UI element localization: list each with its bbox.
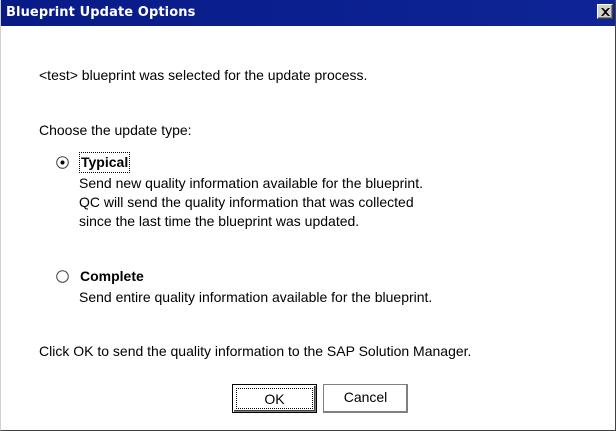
typical-option-label[interactable]: Typical <box>78 152 131 173</box>
cancel-button[interactable]: Cancel <box>323 384 408 413</box>
title-bar[interactable]: Blueprint Update Options <box>1 0 615 26</box>
close-icon <box>601 8 610 16</box>
dialog-title: Blueprint Update Options <box>6 5 196 20</box>
close-button[interactable] <box>597 4 613 19</box>
footer-instruction-text: Click OK to send the quality information… <box>39 343 472 359</box>
ok-button-label: OK <box>236 388 313 409</box>
typical-description-line-2: QC will send the quality information tha… <box>79 194 414 210</box>
dialog-window: Blueprint Update Options <test> blueprin… <box>0 0 616 431</box>
selected-blueprint-text: <test> blueprint was selected for the up… <box>39 67 368 83</box>
complete-description-line-1: Send entire quality information availabl… <box>79 289 433 305</box>
choose-type-label: Choose the update type: <box>39 122 192 138</box>
radio-unselected-icon[interactable] <box>56 270 69 283</box>
typical-description-line-3: since the last time the blueprint was up… <box>79 213 360 229</box>
radio-selected-icon[interactable] <box>56 156 69 169</box>
ok-button[interactable]: OK <box>232 384 317 413</box>
complete-option-label[interactable]: Complete <box>80 267 144 286</box>
typical-description-line-1: Send new quality information available f… <box>79 175 423 191</box>
